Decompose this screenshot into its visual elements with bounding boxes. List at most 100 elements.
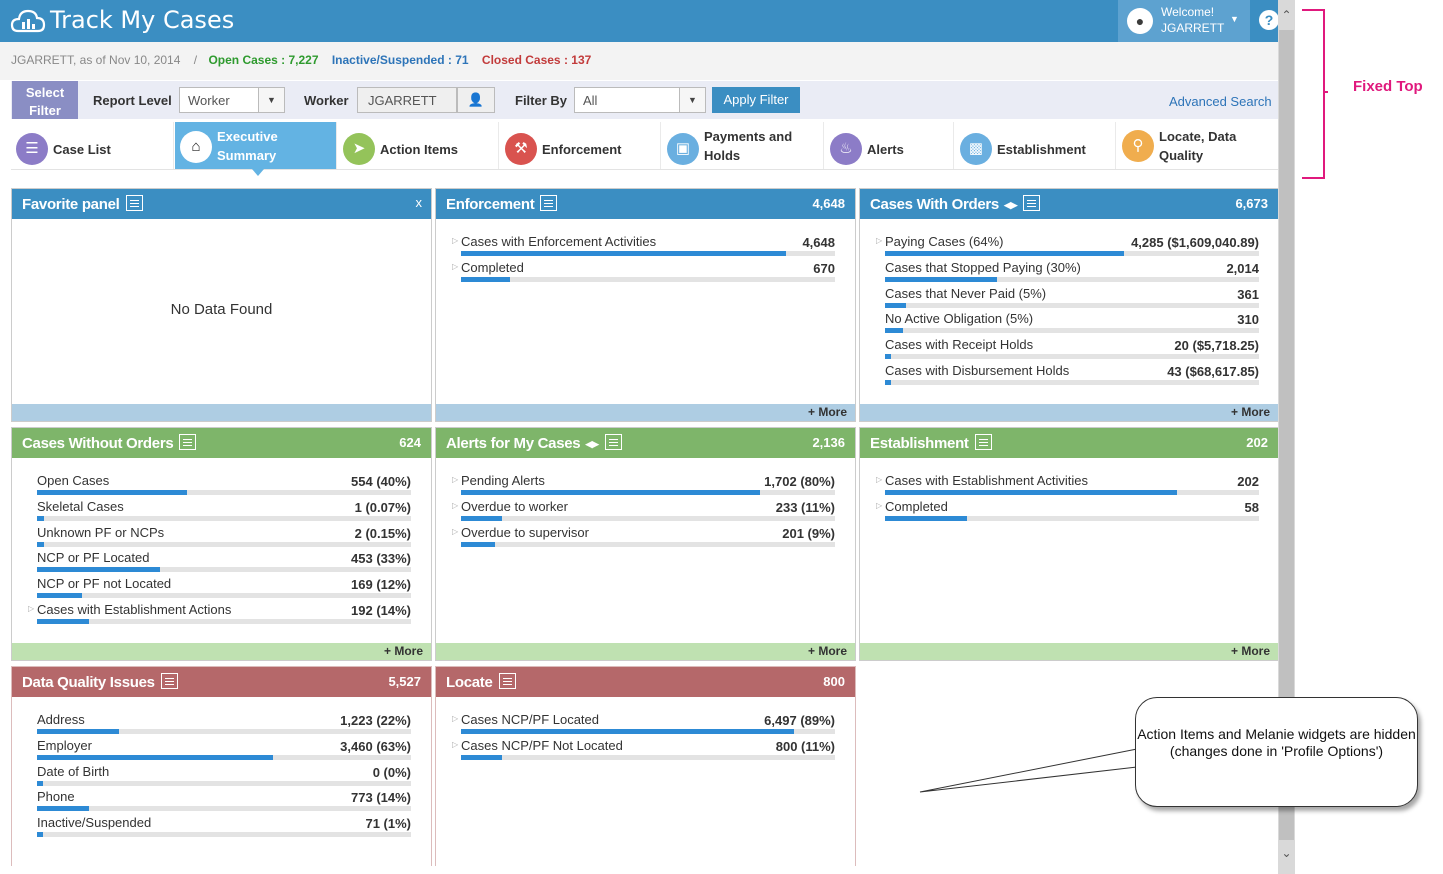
metric-row[interactable]: Phone 773 (14%) [36,788,411,814]
expand-icon[interactable]: ▷ [28,604,34,613]
metric-label: Cases NCP/PF Located [461,712,600,727]
metric-row[interactable]: Employer 3,460 (63%) [36,737,411,763]
metric-row[interactable]: Skeletal Cases 1 (0.07%) [36,498,411,524]
more-link[interactable]: + More [436,643,855,660]
progress-track [37,832,411,838]
panel-header: Cases With Orders ◀▶ 6,673 [860,189,1278,219]
progress-track [461,276,835,282]
metric-row[interactable]: NCP or PF Located 453 (33%) [36,549,411,575]
metric-row[interactable]: ▷ Cases with Establishment Actions 192 (14… [28,601,411,627]
tab-action-items[interactable]: ➤ Action Items [338,122,499,169]
progress-track [37,593,411,599]
metric-row[interactable]: ▷ Cases with Establishment Activities 202 [876,472,1259,498]
fixed-top-bracket [1302,9,1328,179]
metric-row[interactable]: ▷ Cases NCP/PF Located 6,497 (89%) [452,711,835,737]
panel-header: Favorite panel x [12,189,431,219]
tab-payments-and-holds[interactable]: ▣ Payments and Holds [662,122,824,169]
metric-row[interactable]: Inactive/Suspended 71 (1%) [36,814,411,840]
more-link[interactable]: + More [436,404,855,421]
expand-icon[interactable]: ▷ [876,501,882,510]
carousel-arrows-icon[interactable]: ◀▶ [1004,200,1018,210]
report-icon[interactable] [125,195,143,211]
expand-icon[interactable]: ▷ [452,236,458,245]
carousel-arrows-icon[interactable]: ◀▶ [585,439,599,449]
establishment-panel: Establishment 202 ▷ Cases with Establishm… [859,427,1279,661]
closed-cases-stat[interactable]: Closed Cases : 137 [482,53,591,67]
tab-enforcement[interactable]: ⚒ Enforcement [500,122,661,169]
panel-header: Cases Without Orders 624 [12,428,431,458]
metric-value: 169 (12%) [351,577,411,593]
expand-icon[interactable]: ▷ [452,714,458,723]
list-icon: ☰ [16,133,48,165]
report-icon[interactable] [974,434,992,450]
metric-row[interactable]: Cases that Stopped Paying (30%) 2,014 [884,259,1259,285]
report-icon[interactable] [179,434,197,450]
help-button[interactable]: ? [1259,10,1279,30]
metric-row[interactable]: Address 1,223 (22%) [36,711,411,737]
expand-icon[interactable]: ▷ [452,475,458,484]
metric-row[interactable]: ▷ Overdue to supervisor 201 (9%) [452,524,835,550]
tab-alerts[interactable]: ♨ Alerts [825,122,954,169]
panel-count: 2,136 [812,435,845,450]
close-icon[interactable]: x [416,195,423,210]
tab-locate-data-quality[interactable]: ⚲ Locate, Data Quality [1117,122,1278,169]
progress-track [461,490,835,495]
panel-count: 5,527 [388,674,421,689]
more-link[interactable]: + More [12,643,431,660]
metric-row[interactable]: ▷ Paying Cases (64%) 4,285 ($1,609,040.89) [876,233,1259,259]
expand-icon[interactable]: ▷ [876,475,882,484]
worker-input[interactable]: JGARRETT [357,87,457,113]
report-icon[interactable] [604,434,622,450]
metric-row[interactable]: Cases that Never Paid (5%) 361 [884,285,1259,311]
progress-track [461,754,835,760]
filter-by-select[interactable]: All ▼ [574,87,706,113]
separator: / [193,53,198,67]
report-icon[interactable] [498,673,516,689]
expand-icon[interactable]: ▷ [452,740,458,749]
report-icon[interactable] [160,673,178,689]
expand-icon[interactable]: ▷ [452,501,458,510]
metric-row[interactable]: Cases with Receipt Holds 20 ($5,718.25) [884,336,1259,362]
apply-filter-button[interactable]: Apply Filter [712,87,800,113]
metric-row[interactable]: Open Cases 554 (40%) [36,472,411,498]
progress-track [461,251,835,256]
user-lookup-button[interactable]: 👤 [457,87,495,113]
tab-case-list[interactable]: ☰ Case List [11,122,174,169]
report-level-select[interactable]: Worker ▼ [179,87,285,113]
inactive-cases-stat[interactable]: Inactive/Suspended : 71 [332,53,469,67]
metric-value: 4,285 ($1,609,040.89) [1131,235,1259,250]
progress-fill [461,490,761,495]
more-link[interactable]: + More [860,643,1278,660]
expand-icon[interactable]: ▷ [876,236,882,245]
chevron-down-icon[interactable]: ⌄ [1278,846,1295,860]
tab-executive-summary[interactable]: ⌂ Executive Summary [175,122,337,176]
report-icon[interactable] [540,195,558,211]
metric-row[interactable]: No Active Obligation (5%) 310 [884,310,1259,336]
metric-row[interactable]: ▷ Completed 58 [876,498,1259,524]
metric-value: 670 [813,260,835,276]
metric-row[interactable]: Date of Birth 0 (0%) [36,763,411,789]
expand-icon[interactable]: ▷ [452,527,458,536]
advanced-search-link[interactable]: Advanced Search [1169,94,1272,109]
tab-establishment[interactable]: ▩ Establishment [955,122,1116,169]
user-menu[interactable]: ● Welcome! JGARRETT ▼ [1118,0,1250,42]
report-icon[interactable] [1023,195,1041,211]
chevron-up-icon[interactable]: ⌃ [1278,8,1295,22]
metric-row[interactable]: Unknown PF or NCPs 2 (0.15%) [36,524,411,550]
metric-row[interactable]: ▷ Completed 670 [452,259,835,285]
metric-row[interactable]: ▷ Cases NCP/PF Not Located 800 (11%) [452,737,835,763]
progress-track [37,619,411,624]
metric-row[interactable]: NCP or PF not Located 169 (12%) [36,575,411,601]
metric-row[interactable]: ▷ Cases with Enforcement Activities 4,648 [452,233,835,259]
open-cases-stat[interactable]: Open Cases : 7,227 [208,53,318,67]
expand-icon[interactable]: ▷ [452,262,458,271]
metric-value: 71 (1%) [365,816,411,832]
report-level-label: Report Level [93,93,172,108]
metric-label: Cases with Receipt Holds [885,337,1034,353]
progress-fill [37,806,90,812]
briefcase-icon: ▩ [960,133,992,165]
more-link[interactable]: + More [860,404,1278,421]
metric-row[interactable]: ▷ Overdue to worker 233 (11%) [452,498,835,524]
metric-row[interactable]: Cases with Disbursement Holds 43 ($68,617… [884,362,1259,388]
metric-row[interactable]: ▷ Pending Alerts 1,702 (80%) [452,472,835,498]
